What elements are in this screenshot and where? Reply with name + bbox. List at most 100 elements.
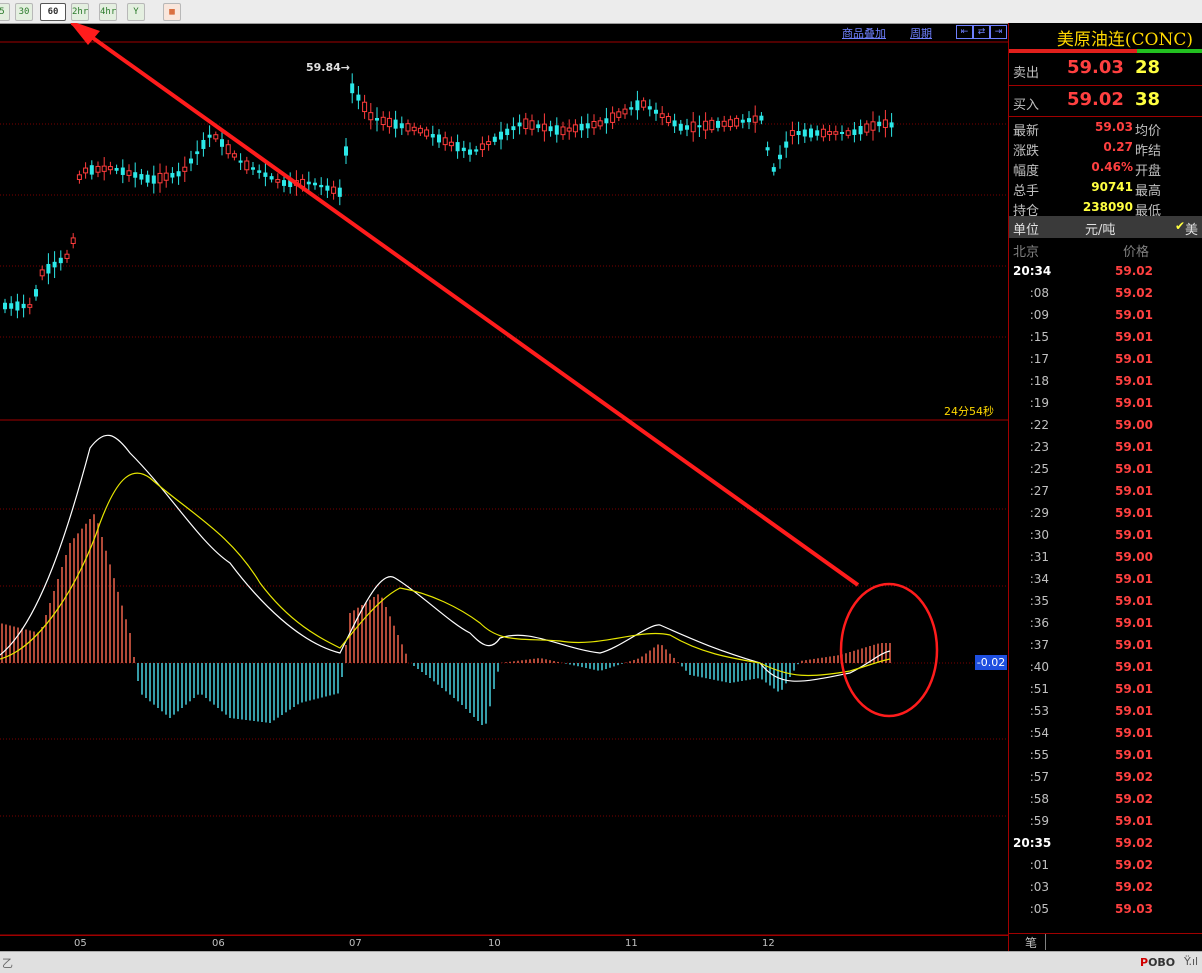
sell-volume: 28: [1135, 57, 1161, 78]
tick-time: :55: [1029, 748, 1049, 762]
tick-row[interactable]: :51 59.01: [1009, 678, 1202, 700]
tick-price: 59.01: [1115, 374, 1153, 388]
tick-row[interactable]: :17 59.01: [1009, 348, 1202, 370]
period-4hr-button[interactable]: 4hr: [99, 3, 117, 21]
sell-quote[interactable]: 卖出 59.03 28: [1009, 54, 1202, 84]
candle-body: [430, 134, 435, 138]
tick-row[interactable]: :59 59.01: [1009, 810, 1202, 832]
tick-time: :27: [1029, 484, 1049, 498]
candle-body: [350, 83, 355, 94]
tick-row[interactable]: :58 59.02: [1009, 788, 1202, 810]
tick-time: :36: [1029, 616, 1049, 630]
period-5-button[interactable]: 5: [0, 3, 10, 21]
candle-body: [58, 257, 63, 264]
period-2hr-button[interactable]: 2hr: [71, 3, 89, 21]
tick-row[interactable]: :27 59.01: [1009, 480, 1202, 502]
tick-row[interactable]: :09 59.01: [1009, 304, 1202, 326]
candle-body: [21, 303, 26, 309]
period-year-button[interactable]: Y: [127, 3, 145, 21]
instrument-title[interactable]: 美原油连(CONC): [1009, 23, 1202, 50]
tick-row[interactable]: :37 59.01: [1009, 634, 1202, 656]
tick-price: 59.01: [1115, 682, 1153, 696]
candle-body: [882, 119, 888, 128]
tick-row[interactable]: :23 59.01: [1009, 436, 1202, 458]
candle-body: [474, 149, 479, 152]
candle-body: [27, 304, 33, 308]
candle-body: [442, 137, 448, 146]
candle-body: [269, 176, 274, 180]
tick-price: 59.01: [1115, 484, 1153, 498]
candle-body: [721, 120, 727, 127]
tick-row[interactable]: :30 59.01: [1009, 524, 1202, 546]
tick-row[interactable]: :18 59.01: [1009, 370, 1202, 392]
tick-price: 59.01: [1115, 308, 1153, 322]
tick-row[interactable]: :55 59.01: [1009, 744, 1202, 766]
signal-icon: Ÿ.ıl: [1184, 955, 1199, 968]
tick-row[interactable]: :36 59.01: [1009, 612, 1202, 634]
candle-body: [659, 113, 665, 118]
candle-body: [635, 100, 640, 111]
currency-toggle[interactable]: 美: [1185, 219, 1198, 238]
tick-row[interactable]: :25 59.01: [1009, 458, 1202, 480]
tick-row[interactable]: :40 59.01: [1009, 656, 1202, 678]
tick-row[interactable]: :19 59.01: [1009, 392, 1202, 414]
tick-row[interactable]: :08 59.02: [1009, 282, 1202, 304]
stat-row: 幅度 0.46% 开盘: [1009, 157, 1202, 179]
overlay-commodity-link[interactable]: 商品叠加: [842, 25, 886, 41]
tick-time: :54: [1029, 726, 1049, 740]
tick-row[interactable]: :01 59.02: [1009, 854, 1202, 876]
candle-body: [170, 172, 175, 178]
tick-price: 59.02: [1115, 792, 1153, 806]
tick-row[interactable]: :54 59.01: [1009, 722, 1202, 744]
tick-row[interactable]: :34 59.01: [1009, 568, 1202, 590]
tick-row[interactable]: :57 59.02: [1009, 766, 1202, 788]
period-30-button[interactable]: 30: [15, 3, 33, 21]
candle-body: [685, 125, 689, 130]
grid-icon[interactable]: ▦: [163, 3, 181, 21]
candle-body: [560, 126, 566, 136]
x-label: 06: [212, 938, 225, 949]
period-link[interactable]: 周期: [910, 25, 932, 41]
tick-time: :40: [1029, 660, 1049, 674]
candle-body: [306, 181, 311, 185]
tick-time-header: 北京: [1013, 245, 1040, 260]
window-left-icon[interactable]: ⇤: [956, 25, 973, 39]
tick-row[interactable]: :03 59.02: [1009, 876, 1202, 898]
candle-body: [189, 158, 193, 164]
window-right-icon[interactable]: ⇥: [990, 25, 1007, 39]
tick-time: :29: [1029, 506, 1049, 520]
period-60-button[interactable]: 60: [40, 3, 66, 21]
candle-body: [629, 107, 634, 110]
check-icon: ✔: [1175, 219, 1186, 233]
candle-body: [752, 115, 758, 123]
tick-row[interactable]: :29 59.01: [1009, 502, 1202, 524]
tick-row[interactable]: :15 59.01: [1009, 326, 1202, 348]
annotation-circle: [839, 582, 939, 718]
tick-row[interactable]: :53 59.01: [1009, 700, 1202, 722]
buy-quote[interactable]: 买入 59.02 38: [1009, 86, 1202, 116]
tab-trades[interactable]: 笔: [1017, 934, 1046, 950]
quote-panel: 美原油连(CONC) 卖出 59.03 28 买入 59.02 38 最新 59.…: [1008, 23, 1202, 951]
candle-body: [703, 120, 709, 131]
tick-row[interactable]: :05 59.03: [1009, 898, 1202, 920]
candle-body: [784, 141, 789, 148]
tick-row[interactable]: :35 59.01: [1009, 590, 1202, 612]
window-restore-icon[interactable]: ⇄: [973, 25, 990, 39]
tick-row[interactable]: 20:34 59.02: [1009, 260, 1202, 282]
candle-body: [220, 139, 224, 147]
candle-body: [151, 175, 156, 184]
tick-row[interactable]: :22 59.00: [1009, 414, 1202, 436]
x-label: 07: [349, 938, 362, 949]
x-label: 12: [762, 938, 775, 949]
x-label: 11: [625, 938, 638, 949]
candle-body: [424, 129, 430, 137]
tick-row[interactable]: :31 59.00: [1009, 546, 1202, 568]
macd-dif-line: [0, 434, 891, 682]
candle-body: [337, 187, 342, 197]
candle-body: [486, 141, 492, 145]
tick-row[interactable]: 20:35 59.02: [1009, 832, 1202, 854]
candle-body: [616, 111, 622, 118]
candle-body: [499, 131, 503, 140]
chart-canvas[interactable]: [0, 23, 1008, 935]
candle-body: [517, 122, 522, 127]
